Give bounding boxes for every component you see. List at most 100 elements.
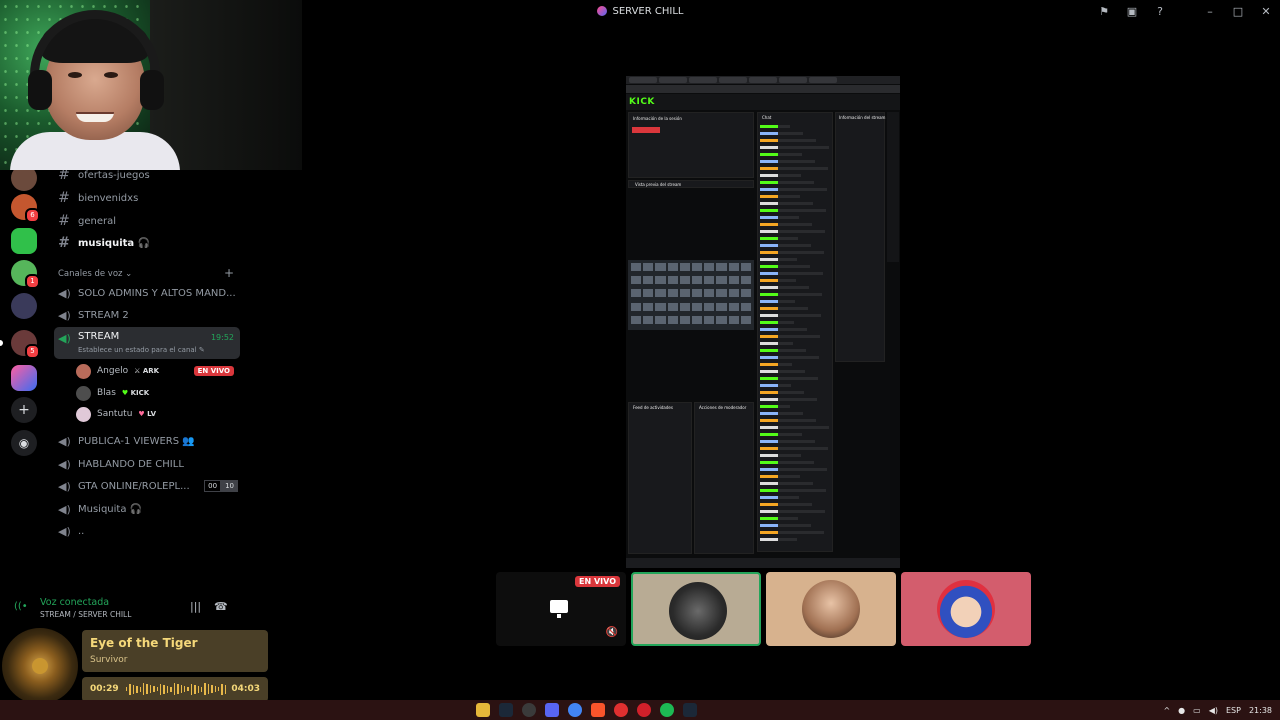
disconnect-icon[interactable]: ☎ — [214, 600, 228, 613]
user-tag: ♥ LV — [138, 410, 157, 418]
activity-feed: Feed de actividades — [628, 402, 692, 554]
channel-general[interactable]: # general — [58, 211, 238, 231]
server-folder[interactable] — [11, 293, 37, 319]
minimize-icon[interactable]: – — [1196, 0, 1224, 22]
video-thumbnail — [691, 315, 703, 324]
signal-icon[interactable]: ((• — [14, 601, 28, 612]
steam-icon-2[interactable] — [683, 703, 697, 717]
server-icon-server-chill[interactable] — [11, 365, 37, 391]
voice-channel[interactable]: ◀) PUBLICA-1 VIEWERS 👥 — [58, 431, 238, 451]
spotify-icon[interactable] — [660, 703, 674, 717]
app-icon[interactable] — [522, 703, 536, 717]
screen-share-view[interactable]: KICK Información de la sesión Vista prev… — [626, 76, 900, 568]
volume-icon[interactable]: ◀) — [1209, 706, 1218, 715]
video-thumbnail — [643, 276, 654, 285]
chrome-icon[interactable] — [568, 703, 582, 717]
brave-icon[interactable] — [591, 703, 605, 717]
discover-icon[interactable]: ◉ — [11, 430, 37, 456]
add-channel-icon[interactable]: + — [224, 266, 234, 280]
language-indicator[interactable]: ESP — [1226, 706, 1241, 715]
video-thumbnail — [643, 263, 654, 271]
participant-tile[interactable] — [631, 572, 761, 646]
channel-status[interactable]: Establece un estado para el canal ✎ — [78, 346, 205, 354]
album-art — [2, 628, 78, 704]
voice-channel[interactable]: ◀).. — [58, 521, 238, 541]
live-chip — [632, 127, 660, 133]
song-artist: Survivor — [90, 655, 128, 665]
add-server-icon[interactable]: + — [11, 397, 37, 423]
session-title: Información de la sesión — [633, 116, 682, 121]
participant-tile-screen[interactable]: EN VIVO 🔇 — [496, 572, 626, 646]
voice-location[interactable]: STREAM / SERVER CHILL — [40, 610, 131, 619]
video-thumbnail-grid — [628, 260, 754, 330]
chat-line — [760, 349, 830, 352]
waveform-bar — [197, 685, 199, 693]
channel-bienvenidxs[interactable]: # bienvenidxs — [58, 188, 238, 208]
participant-tile[interactable] — [901, 572, 1031, 646]
video-thumbnail — [655, 263, 666, 271]
live-badge: EN VIVO — [575, 576, 620, 587]
voice-channel[interactable]: ◀) HABLANDO DE CHILL — [58, 454, 238, 474]
voice-channel[interactable]: ◀) Musiquita 🎧 — [58, 499, 238, 519]
waveform-bar — [156, 687, 159, 691]
title-controls: ⚑ ▣ ? – □ ✕ — [1090, 0, 1280, 22]
server-icon-2[interactable]: 6 — [11, 194, 40, 223]
soundboard-icon[interactable]: ||| — [190, 600, 201, 613]
chat-line — [760, 489, 830, 492]
chat-title: Chat — [762, 115, 772, 120]
speaker-icon: ◀) — [58, 332, 71, 345]
steam-icon[interactable] — [499, 703, 513, 717]
waveform-bar — [166, 685, 169, 693]
discord-icon[interactable] — [545, 703, 559, 717]
chevron-up-icon[interactable]: ^ — [1163, 706, 1170, 715]
voice-user[interactable]: Blas ♥ KICK — [76, 384, 238, 402]
voice-user[interactable]: Angelo ⚔ ARK EN VIVO — [76, 362, 238, 380]
youtube-icon[interactable] — [614, 703, 628, 717]
count-current: 00 — [204, 480, 222, 492]
user-tag: ⚔ ARK — [134, 367, 160, 375]
video-thumbnail — [655, 276, 666, 285]
mention-badge: 6 — [25, 208, 40, 223]
maximize-icon[interactable]: □ — [1224, 0, 1252, 22]
screen-icon[interactable]: ▣ — [1118, 0, 1146, 22]
participant-tile[interactable] — [766, 572, 896, 646]
folder-icon[interactable] — [476, 703, 490, 717]
voice-status: Voz conectada — [40, 597, 110, 608]
chat-line — [760, 328, 830, 331]
help-icon[interactable]: ? — [1146, 0, 1174, 22]
network-icon[interactable]: ▭ — [1193, 706, 1201, 715]
clock[interactable]: 21:38 — [1249, 706, 1272, 715]
chat-line — [760, 342, 830, 345]
chat-line — [760, 475, 830, 478]
avatar — [802, 580, 860, 638]
chat-line — [760, 293, 830, 296]
video-thumbnail — [740, 263, 751, 271]
close-icon[interactable]: ✕ — [1252, 0, 1280, 22]
mute-icon[interactable]: 🔇 — [606, 627, 618, 638]
voice-user[interactable]: Santutu ♥ LV — [76, 405, 238, 423]
channel-timer: 19:52 — [210, 333, 234, 342]
video-thumbnail — [631, 302, 642, 311]
voice-channel[interactable]: ◀) GTA ONLINE/ROLEPL... 00 10 — [58, 476, 238, 496]
taskbar-apps — [476, 703, 697, 717]
mic-icon[interactable]: ● — [1178, 706, 1185, 715]
system-tray: ^ ● ▭ ◀) ESP 21:38 — [1163, 700, 1272, 720]
server-icon — [596, 6, 607, 16]
video-thumbnail — [679, 315, 690, 324]
record-icon[interactable] — [637, 703, 651, 717]
stream-info-panel: Información del stream — [835, 112, 885, 362]
channel-musiquita[interactable]: # musiquita 🎧 — [58, 233, 238, 253]
voice-category[interactable]: Canales de voz ⌄ — [58, 269, 132, 279]
tag-label: ARK — [142, 367, 160, 375]
voice-channel-stream[interactable]: ◀) STREAM 19:52 Establece un estado para… — [54, 327, 240, 359]
chat-line — [760, 370, 830, 373]
person-mouth — [76, 112, 114, 122]
inbox-icon[interactable]: ⚑ — [1090, 0, 1118, 22]
server-icon-4[interactable]: 1 — [11, 260, 40, 289]
voice-channel[interactable]: ◀) SOLO ADMINS Y ALTOS MAND... — [58, 283, 238, 303]
channel-label: GTA ONLINE/ROLEPL... — [78, 480, 190, 492]
video-thumbnail — [631, 263, 642, 271]
server-folder-2[interactable]: 5 — [11, 330, 40, 359]
voice-channel[interactable]: ◀) STREAM 2 — [58, 305, 238, 325]
server-icon-3[interactable] — [11, 228, 37, 254]
